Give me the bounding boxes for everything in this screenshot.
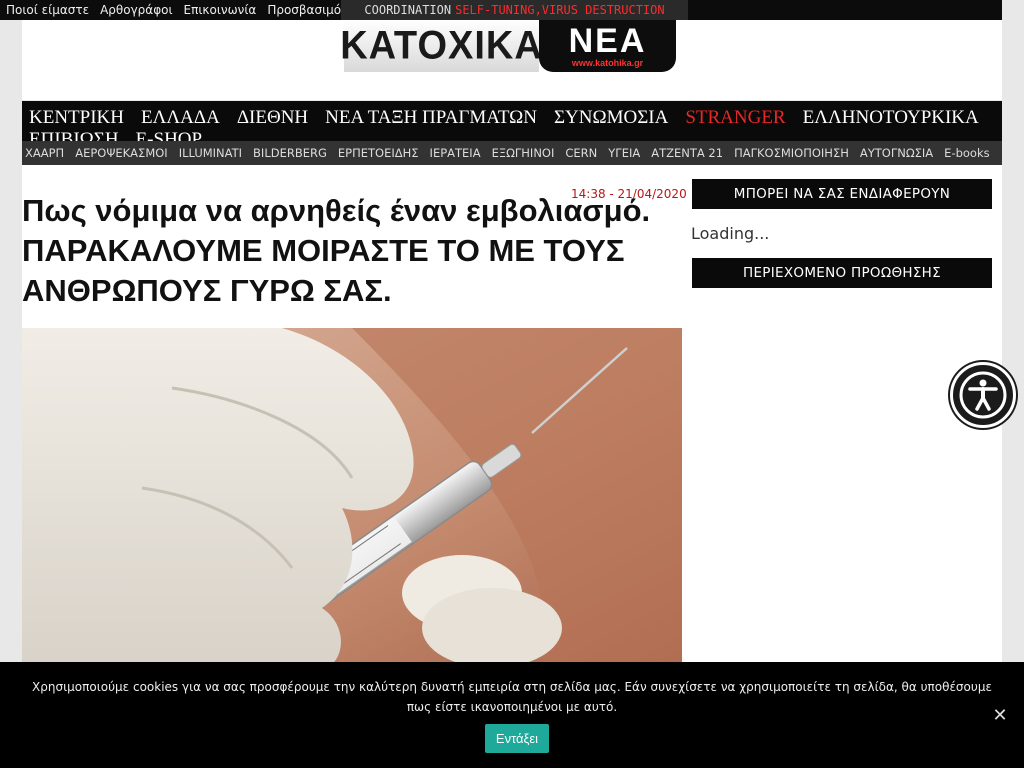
cookie-close-icon[interactable]: ✕: [990, 705, 1010, 726]
logo-right-part: ΝΕΑ www.katohika.gr: [539, 20, 676, 72]
nav-item-international[interactable]: ΔΙΕΘΝΗ: [237, 108, 308, 128]
cookie-banner: Χρησιμοποιούμε cookies για να σας προσφέ…: [0, 662, 1024, 768]
subnav-item-agenda-21[interactable]: ΑΤΖΕΝΤΑ 21: [651, 146, 723, 160]
page: Ποιοί είμαστε Αρθογράφοι Επικοινωνία Προ…: [0, 0, 1024, 768]
subnav-item-cern[interactable]: CERN: [565, 146, 597, 160]
logo-text-nea: ΝΕΑ: [568, 22, 647, 60]
main-nav-row-1: ΚΕΝΤΡΙΚΗ ΕΛΛΑΔΑ ΔΙΕΘΝΗ ΝΕΑ ΤΑΞΗ ΠΡΑΓΜΑΤΩ…: [22, 108, 1002, 128]
vaccine-injection-picture: [22, 328, 682, 668]
subnav-item-aliens[interactable]: ΕΞΩΓΗΙΝΟΙ: [492, 146, 555, 160]
logo-left-part: ΚΑΤΟΧΙΚΑ: [340, 20, 542, 72]
subnav-item-health[interactable]: ΥΓΕΙΑ: [608, 146, 640, 160]
subnav-item-globalization[interactable]: ΠΑΓΚΟΣΜΙΟΠΟΙΗΣΗ: [734, 146, 849, 160]
subnav-item-self-knowledge[interactable]: ΑΥΤΟΓΝΩΣΙΑ: [860, 146, 933, 160]
accessibility-button[interactable]: [950, 362, 1016, 428]
top-bar: Ποιοί είμαστε Αρθογράφοι Επικοινωνία Προ…: [0, 0, 1002, 20]
main-nav: ΚΕΝΤΡΙΚΗ ΕΛΛΑΔΑ ΔΙΕΘΝΗ ΝΕΑ ΤΑΞΗ ΠΡΑΓΜΑΤΩ…: [22, 101, 1002, 150]
nav-item-new-world-order[interactable]: ΝΕΑ ΤΑΞΗ ΠΡΑΓΜΑΤΩΝ: [325, 108, 537, 128]
subnav-item-illuminati[interactable]: ILLUMINATI: [179, 146, 242, 160]
nav-item-stranger[interactable]: STRANGER: [685, 108, 785, 128]
logo-url: www.katohika.gr: [571, 58, 644, 68]
subnav-item-chemtrails[interactable]: ΑΕΡΟΨΕΚΑΣΜΟΙ: [75, 146, 167, 160]
accessibility-person-icon: [959, 371, 1007, 419]
subnav-item-ebooks[interactable]: E-books: [944, 146, 989, 160]
sidebar-loading-text: Loading...: [691, 224, 770, 243]
nav-item-home[interactable]: ΚΕΝΤΡΙΚΗ: [29, 108, 124, 128]
banner-text-virus: SELF-TUNING,VIRUS DESTRUCTION: [455, 3, 665, 17]
top-link-contact[interactable]: Επικοινωνία: [184, 3, 257, 17]
top-link-about[interactable]: Ποιοί είμαστε: [6, 3, 89, 17]
nav-item-greek-turkish[interactable]: ΕΛΛΗΝΟΤΟΥΡΚΙΚΑ: [803, 108, 979, 128]
article-image: [22, 328, 682, 668]
subnav-item-bilderberg[interactable]: BILDERBERG: [253, 146, 327, 160]
sidebar-heading-related: ΜΠΟΡΕΙ ΝΑ ΣΑΣ ΕΝΔΙΑΦΕΡΟΥΝ: [692, 179, 992, 209]
article-title: Πως νόμιμα να αρνηθείς έναν εμβολιασμό. …: [22, 193, 651, 308]
site-header: ΚΑΤΟΧΙΚΑ ΝΕΑ www.katohika.gr: [22, 20, 1002, 100]
cookie-accept-button[interactable]: Εντάξει: [485, 724, 549, 753]
banner-text-coordination: COORDINATION: [364, 3, 452, 17]
top-link-accessibility[interactable]: Προσβασιμότ: [267, 3, 341, 17]
subnav-item-haarp[interactable]: ΧΑΑΡΠ: [25, 146, 64, 160]
nav-item-greece[interactable]: ΕΛΛΑΔΑ: [141, 108, 220, 128]
top-link-authors[interactable]: Αρθογράφοι: [100, 3, 172, 17]
sub-nav: ΧΑΑΡΠ ΑΕΡΟΨΕΚΑΣΜΟΙ ILLUMINATI BILDERBERG…: [22, 141, 1002, 165]
nav-item-conspiracy[interactable]: ΣΥΝΩΜΟΣΙΑ: [554, 108, 668, 128]
subnav-item-reptilians[interactable]: ΕΡΠΕΤΟΕΙΔΗΣ: [338, 146, 419, 160]
top-banner-ad[interactable]: COORDINATION SELF-TUNING,VIRUS DESTRUCTI…: [341, 0, 688, 20]
top-links: Ποιοί είμαστε Αρθογράφοι Επικοινωνία Προ…: [0, 0, 341, 20]
site-logo[interactable]: ΚΑΤΟΧΙΚΑ ΝΕΑ www.katohika.gr: [340, 20, 676, 72]
logo-text-katohika: ΚΑΤΟΧΙΚΑ: [340, 23, 543, 68]
sidebar-heading-sponsored: ΠΕΡΙΕΧΟΜΕΝΟ ΠΡΟΩΘΗΣΗΣ: [692, 258, 992, 288]
subnav-item-clergy[interactable]: ΙΕΡΑΤΕΙΑ: [430, 146, 481, 160]
cookie-text: Χρησιμοποιούμε cookies για να σας προσφέ…: [32, 680, 992, 714]
